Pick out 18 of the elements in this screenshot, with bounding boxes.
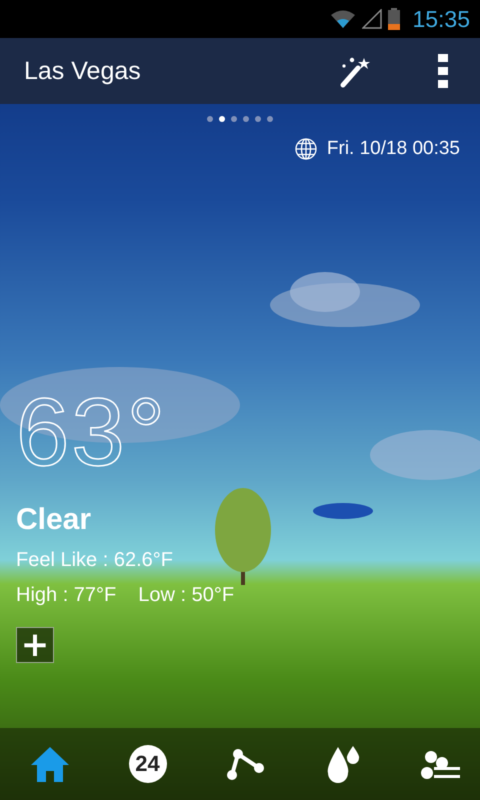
share-icon bbox=[225, 746, 267, 782]
battery-icon bbox=[388, 8, 400, 30]
globe-icon bbox=[294, 138, 317, 160]
signal-icon bbox=[362, 9, 382, 29]
home-icon bbox=[30, 745, 70, 783]
high-temperature: High : 77°F bbox=[16, 584, 116, 607]
date-time: Fri. 10/18 00:35 bbox=[326, 138, 460, 160]
temperature: 63° bbox=[16, 385, 168, 481]
wifi-icon bbox=[330, 9, 356, 29]
clock-time: 15:35 bbox=[412, 6, 470, 32]
condition: Clear bbox=[16, 503, 92, 537]
menu-icon[interactable] bbox=[438, 54, 448, 88]
butterfly-drawing bbox=[313, 503, 373, 519]
feel-like-temperature: Feel Like : 62.6°F bbox=[16, 549, 173, 572]
add-button[interactable]: + bbox=[16, 627, 54, 663]
water-drops-icon bbox=[326, 745, 362, 783]
low-temperature: Low : 50°F bbox=[138, 584, 234, 607]
city-title: Las Vegas bbox=[24, 56, 142, 86]
